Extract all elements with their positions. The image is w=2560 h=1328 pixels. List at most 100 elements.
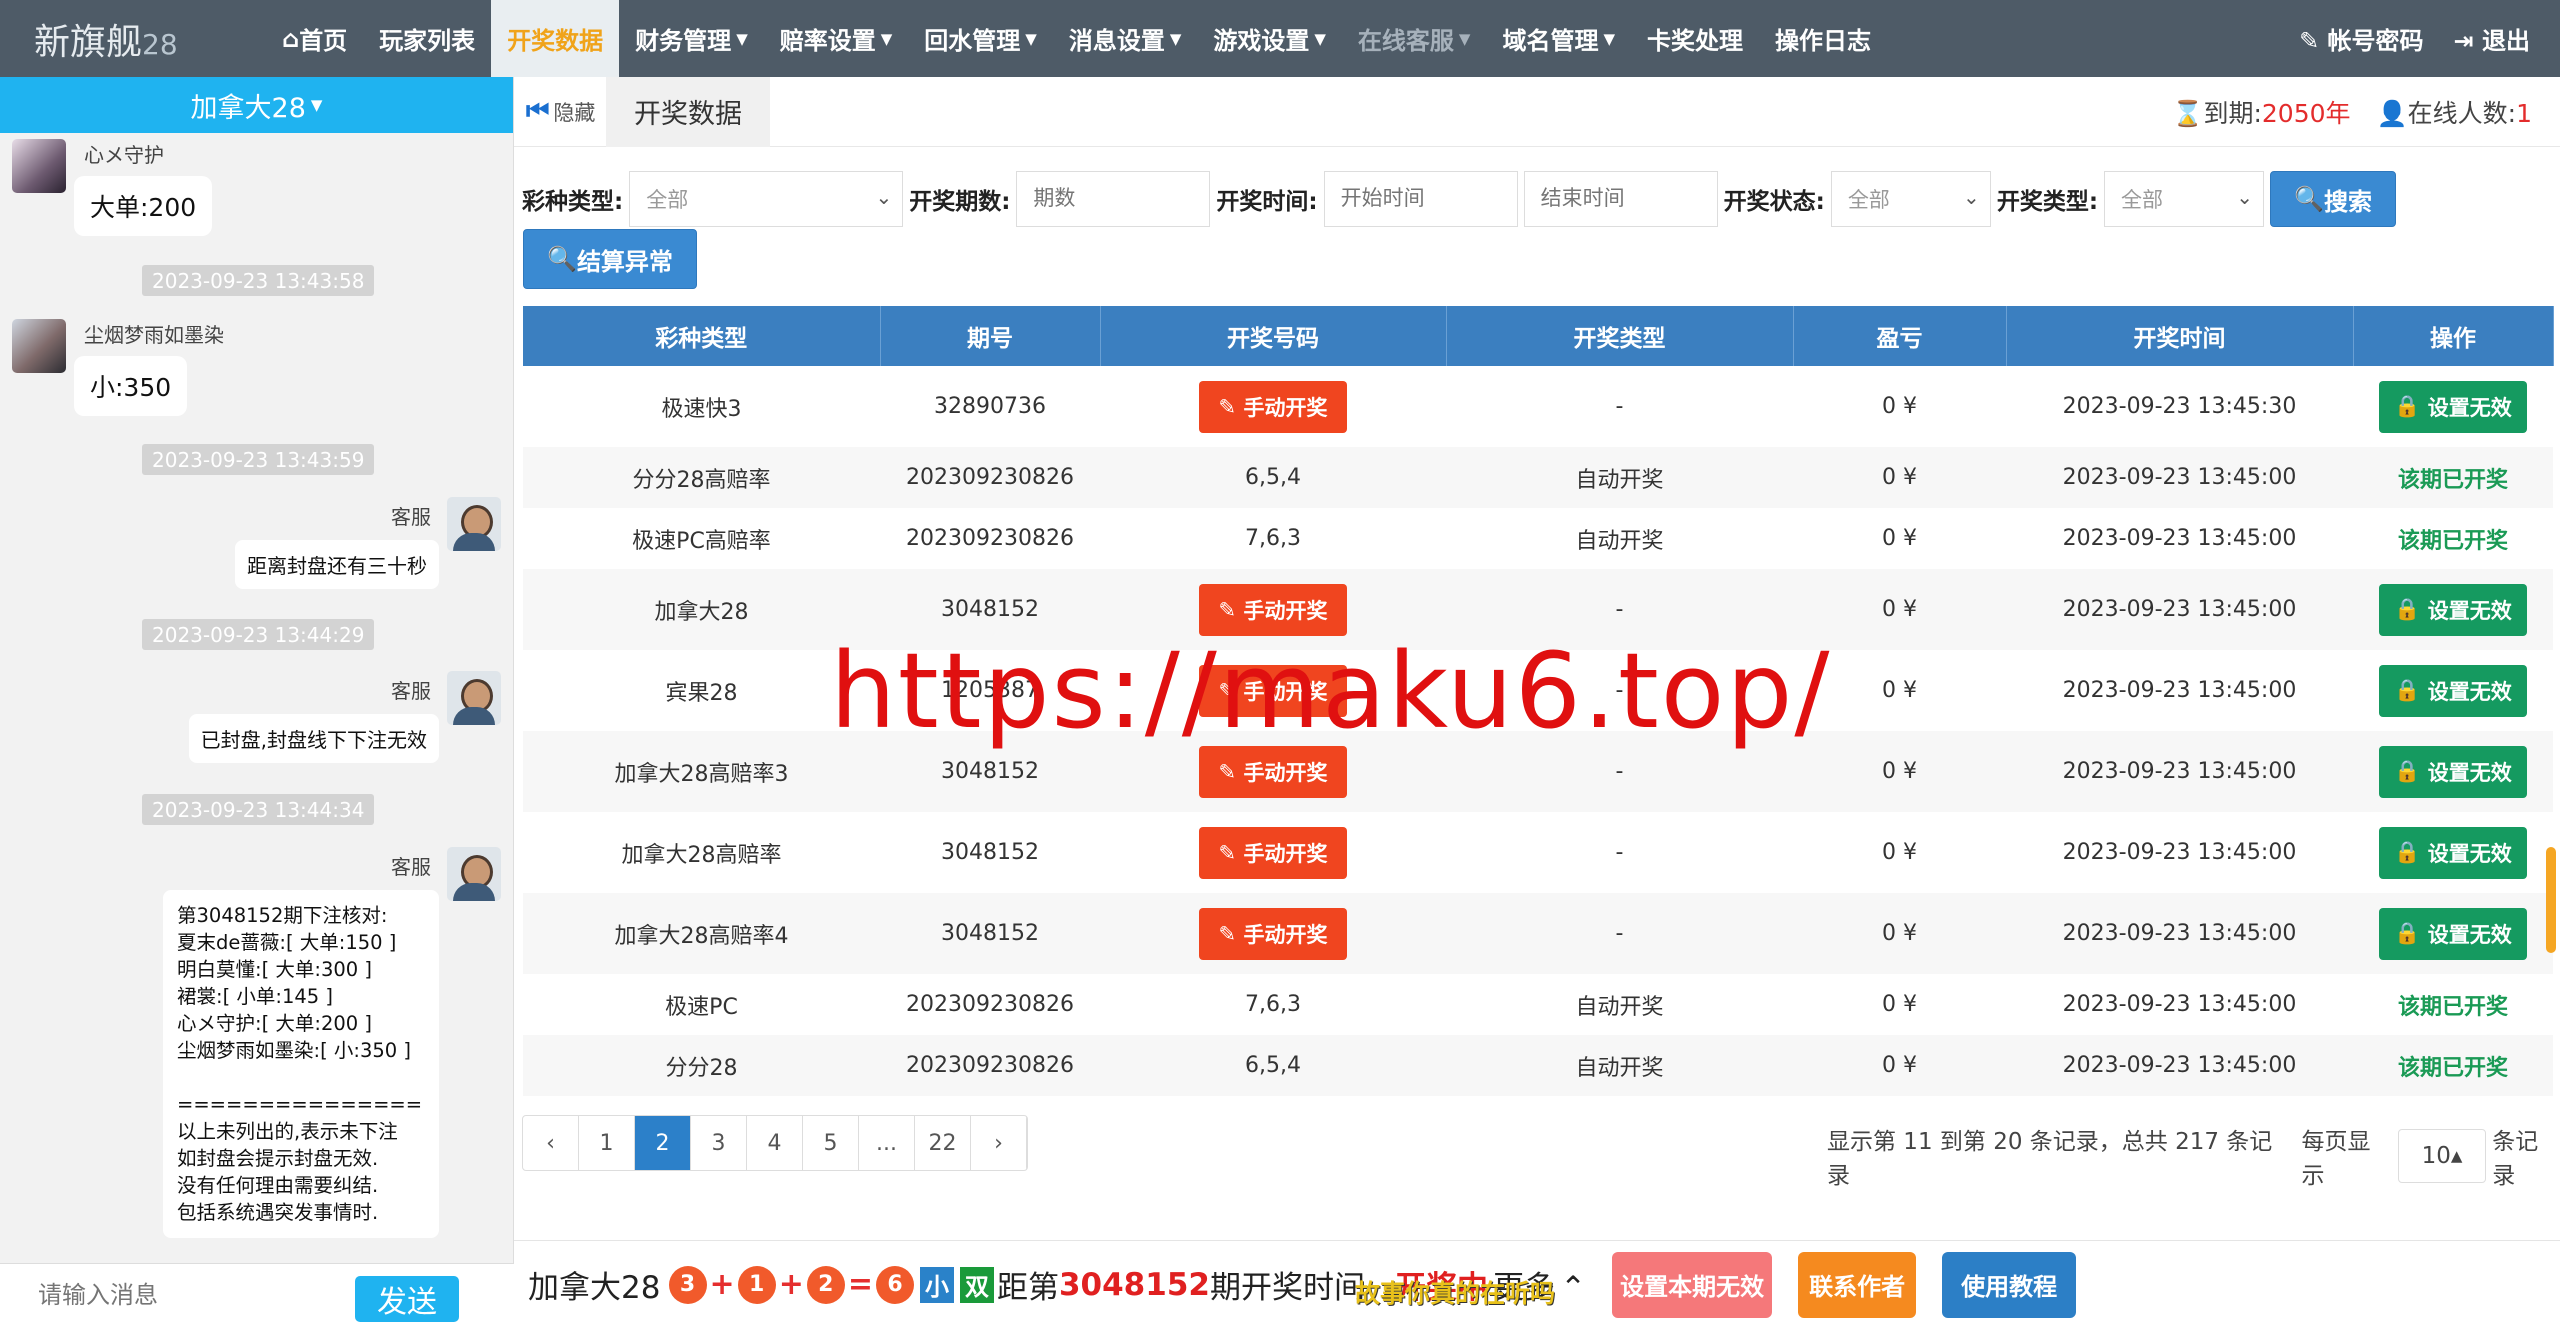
avatar [447, 671, 501, 725]
manual-draw-button[interactable]: ✎ 手动开奖 [1199, 380, 1347, 433]
drawn-status: 该期已开奖 [2397, 1055, 2508, 1081]
nav-item-8[interactable]: 在线客服 ▼ [1342, 0, 1487, 77]
draw-kind-select[interactable]: 全部 ⌄ [2104, 171, 2265, 227]
nav-item-6[interactable]: 消息设置 ▼ [1053, 0, 1198, 77]
chat-room-selector[interactable]: 加拿大28 ▼ [0, 77, 513, 133]
filter-bar: 彩种类型: 全部⌄ 开奖期数: 开奖时间: 开奖状态: 全部⌄ 开奖类型: 全部… [522, 171, 2397, 227]
nav-item-2[interactable]: 开奖数据 [491, 0, 620, 77]
manual-draw-button[interactable]: ✎ 手动开奖 [1199, 745, 1347, 798]
nav-item-3[interactable]: 财务管理 ▼ [619, 0, 764, 77]
caret-down-icon: ▼ [1314, 29, 1326, 48]
message-bubble: 小:350 [74, 356, 188, 416]
nav-item-label: 游戏设置 [1213, 27, 1310, 55]
home-icon: ⌂ [282, 24, 300, 53]
nav-item-1[interactable]: 玩家列表 [363, 0, 491, 77]
table-cell: 该期已开奖 [2353, 447, 2553, 508]
table-cell: 自动开奖 [1446, 1035, 1793, 1096]
table-row: 加拿大28高赔率 3048152 ✎ 手动开奖 - 0 ¥ 2023-09-23 13:4… [523, 812, 2553, 893]
table-cell: 该期已开奖 [2353, 1035, 2553, 1096]
expire-info: ⌛到期:2050年 [2172, 99, 2351, 128]
lock-icon: 🔒 [2394, 759, 2428, 783]
set-invalid-button[interactable]: 🔒 设置无效 [2379, 664, 2527, 717]
message-line: 明白莫懂:[ 大单:300 ] [177, 958, 372, 981]
issue-input[interactable] [1016, 171, 1211, 227]
user-icon: 👤 [2376, 99, 2408, 128]
table-cell: 加拿大28 [523, 569, 880, 650]
avatar [447, 497, 501, 551]
page-button[interactable]: 5 [803, 1116, 859, 1170]
table-cell: 202309230826 [906, 526, 1074, 551]
manual-draw-button[interactable]: ✎ 手动开奖 [1199, 907, 1347, 960]
caret-down-icon: ▼ [1603, 29, 1616, 48]
chevron-down-icon: ⌄ [2236, 185, 2254, 209]
page-button[interactable]: 22 [915, 1116, 971, 1170]
top-navbar: 新旗舰28 ⌂ 首页 玩家列表 开奖数据 财务管理 ▼ 赔率设置 ▼ 回水管理 ▼ 消息设置 ▼ 游戏… [0, 0, 2560, 77]
set-invalid-button[interactable]: 🔒 设置无效 [2379, 380, 2527, 433]
result-ball: 2 [806, 1265, 845, 1304]
sender-name: 客服 [391, 855, 431, 879]
table-cell: 2023-09-23 13:45:00 [2006, 1035, 2353, 1096]
page-button[interactable]: 1 [579, 1116, 635, 1170]
scrollbar-thumb[interactable] [2546, 847, 2556, 953]
nav-item-10[interactable]: 卡奖处理 [1631, 0, 1759, 77]
logout-link[interactable]: ⇥ 退出 [2454, 21, 2530, 56]
nav-item-5[interactable]: 回水管理 ▼ [908, 0, 1053, 77]
set-invalid-button[interactable]: 🔒 设置无效 [2379, 583, 2527, 636]
page-button[interactable]: ‹ [523, 1116, 579, 1170]
status-select[interactable]: 全部 ⌄ [1830, 171, 1991, 227]
message-input[interactable] [38, 1282, 338, 1310]
collapse-icon: ⏮ [526, 96, 550, 126]
table-row: 极速快3 32890736 ✎ 手动开奖 - 0 ¥ 2023-09-23 13:45:3… [523, 366, 2553, 447]
table-cell: 宾果28 [665, 680, 738, 706]
table-cell: 自动开奖 [1575, 528, 1664, 554]
lottery-type-select[interactable]: 全部 ⌄ [629, 171, 904, 227]
lock-icon: 🔒 [2394, 678, 2428, 702]
set-invalid-button[interactable]: 🔒 设置无效 [2379, 826, 2527, 879]
table-cell: 加拿大28高赔率4 [523, 893, 880, 974]
caret-down-icon: ▼ [1169, 29, 1182, 48]
column-header: 开奖类型 [1446, 306, 1794, 366]
set-invalid-button[interactable]: 🔒 设置无效 [2379, 907, 2527, 960]
settle-error-button[interactable]: 🔍 结算异常 [523, 229, 697, 289]
page-size-select[interactable]: 10 ▴ [2397, 1129, 2487, 1183]
search-button[interactable]: 🔍 搜索 [2270, 171, 2397, 227]
chat-timestamp: 2023-09-23 13:44:34 [142, 794, 375, 825]
caret-up-icon: ▴ [2450, 1143, 2463, 1169]
manual-draw-button[interactable]: ✎ 手动开奖 [1199, 583, 1347, 636]
table-cell: 0 ¥ [1882, 394, 1917, 419]
message-line: 心メ守护:[ 大单:200 ] [177, 1012, 372, 1035]
nav-item-9[interactable]: 域名管理 ▼ [1486, 0, 1631, 77]
page-button[interactable]: 3 [691, 1116, 747, 1170]
nav-item-4[interactable]: 赔率设置 ▼ [764, 0, 909, 77]
nav-item-0[interactable]: ⌂ 首页 [266, 0, 363, 77]
table-cell: 6,5,4 [1100, 447, 1446, 508]
nav-item-7[interactable]: 游戏设置 ▼ [1197, 0, 1342, 77]
avatar [447, 847, 501, 901]
contact-author-button[interactable]: 联系作者 [1798, 1251, 1917, 1318]
tutorial-button[interactable]: 使用教程 [1942, 1251, 2077, 1318]
set-invalid-button[interactable]: 🔒 设置无效 [2379, 745, 2527, 798]
page-button[interactable]: 4 [747, 1116, 803, 1170]
page-button[interactable]: 2 [635, 1116, 691, 1170]
end-time-input[interactable] [1523, 171, 1718, 227]
nav-item-11[interactable]: 操作日志 [1759, 0, 1887, 77]
page-button[interactable]: › [971, 1116, 1027, 1170]
filter-label: 开奖类型: [1996, 189, 2099, 215]
online-count: 👤在线人数:1 [2376, 99, 2532, 128]
set-issue-invalid-button[interactable]: 设置本期无效 [1612, 1251, 1773, 1318]
filter-label: 开奖状态: [1723, 189, 1825, 215]
search-icon: 🔍 [547, 245, 577, 273]
logout-icon: ⇥ [2453, 27, 2474, 55]
tab-lottery-data[interactable]: 开奖数据 [606, 76, 770, 147]
account-password-link[interactable]: ✎ 帐号密码 [2299, 21, 2423, 56]
table-cell: 分分28 [523, 1035, 880, 1096]
start-time-input[interactable] [1323, 171, 1518, 227]
page-button[interactable]: ... [859, 1116, 915, 1170]
manual-draw-button[interactable]: ✎ 手动开奖 [1199, 826, 1347, 879]
hide-sidebar-button[interactable]: ⏮ 隐藏 [514, 77, 606, 147]
send-button[interactable]: 发送 [355, 1276, 459, 1322]
drawn-status: 该期已开奖 [2397, 528, 2508, 554]
table-cell: 🔒 设置无效 [2353, 366, 2553, 447]
bottom-status-bar: 加拿大28 3 + 1 + 2 = 6 小 双 距第 3048152 期开奖时间 开奖中 … [514, 1240, 2560, 1328]
table-cell: 🔒 设置无效 [2353, 812, 2553, 893]
